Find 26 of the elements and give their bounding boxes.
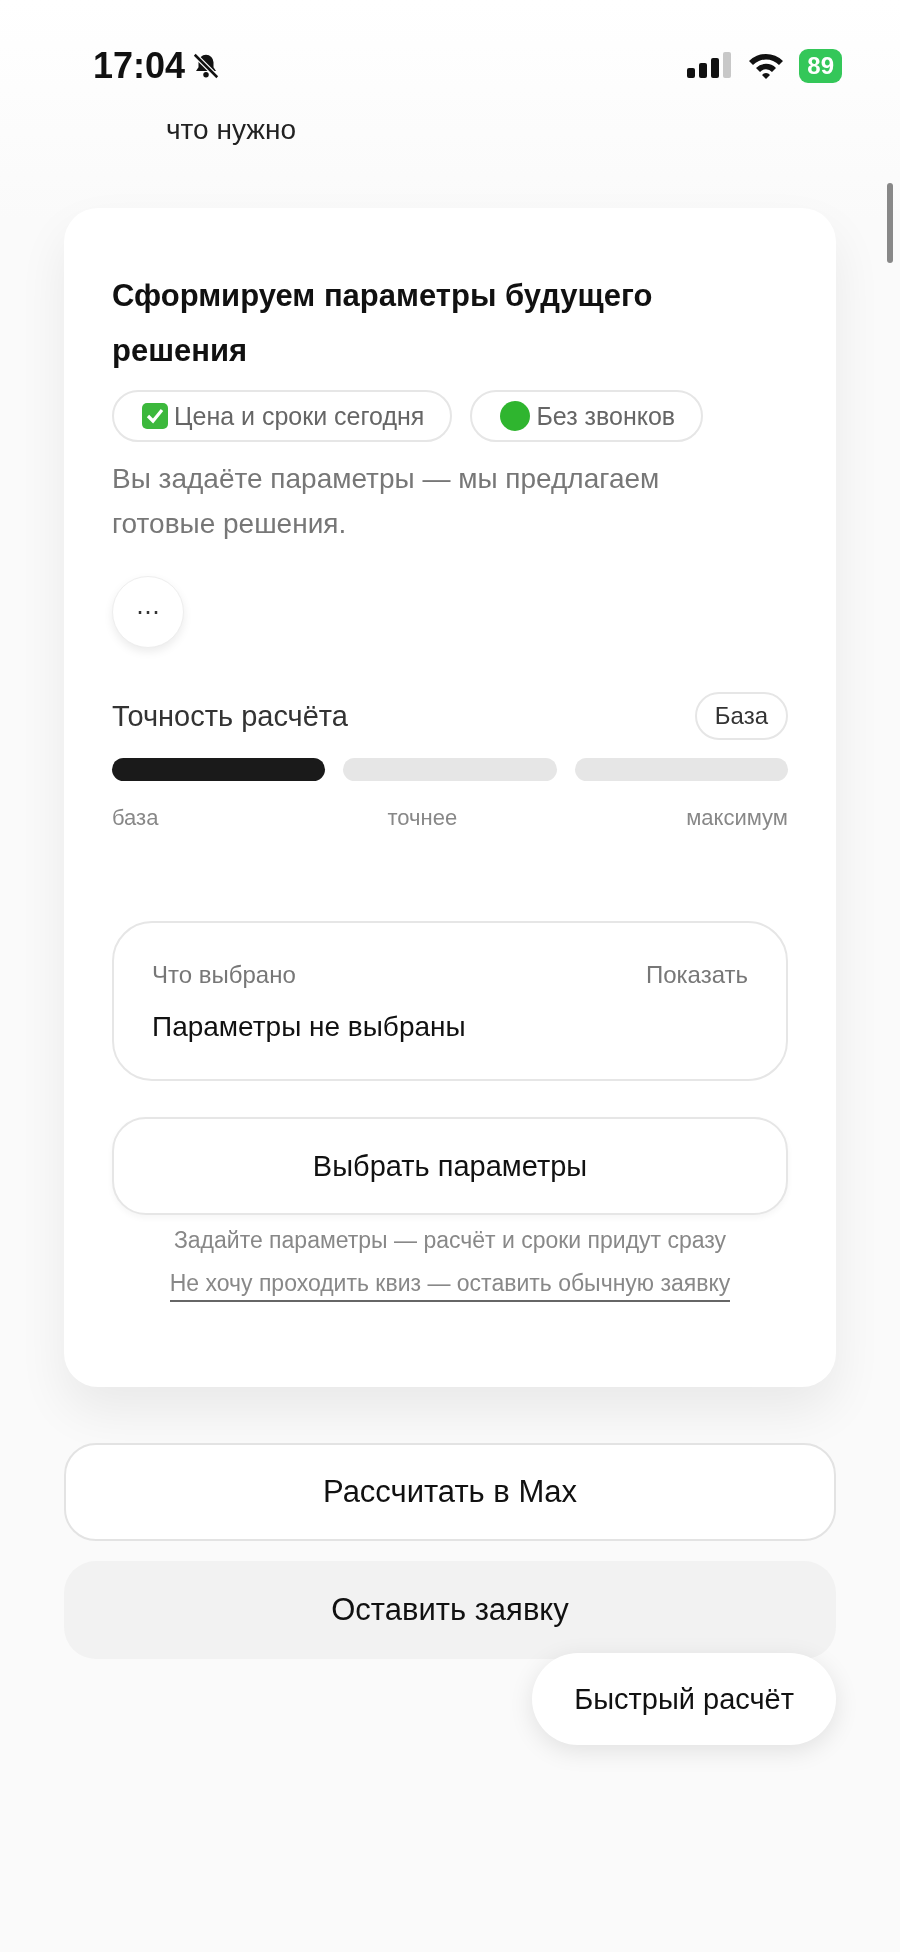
step-segment[interactable] (112, 758, 326, 781)
description-text: Вы задаёте параметры — мы предлагаем готовые решения. (112, 462, 661, 541)
step-label: база (112, 805, 159, 831)
checkmark-icon (142, 403, 168, 429)
calculate-button[interactable]: Рассчитать в Max (64, 1443, 836, 1541)
more-button[interactable]: ⋯ (112, 576, 184, 648)
hint-text: Задайте параметры — расчёт и сроки придут сразу (172, 1227, 728, 1254)
request-button[interactable]: Оставить заявку (64, 1561, 836, 1659)
tag-label: Без звонков (536, 401, 676, 431)
choose-parameters-button[interactable]: Выбрать параметры (112, 1117, 788, 1215)
request-link[interactable]: Не хочу проходить квиз — оставить обычную заявку (169, 1270, 731, 1302)
card-title: Сформируем параметры будущего решения (112, 277, 654, 370)
step-label: точнее (387, 805, 458, 831)
level-badge: База (694, 692, 788, 740)
accuracy-label: Точность расчёта (112, 699, 348, 733)
show-link[interactable]: Показать (645, 961, 748, 989)
summary-value: Параметры не выбраны (152, 1011, 467, 1043)
section-text: что нужно (166, 114, 296, 147)
scrollbar[interactable] (887, 183, 893, 263)
tag-label: Цена и сроки сегодня (174, 401, 425, 431)
clock-time: 17:04 (93, 45, 186, 87)
wifi-icon (747, 51, 786, 81)
quick-calc-button[interactable]: Быстрый расчёт (532, 1653, 836, 1745)
step-label: максимум (686, 805, 788, 831)
battery-level: 89 (807, 52, 834, 80)
summary-label: Что выбрано (152, 961, 296, 989)
